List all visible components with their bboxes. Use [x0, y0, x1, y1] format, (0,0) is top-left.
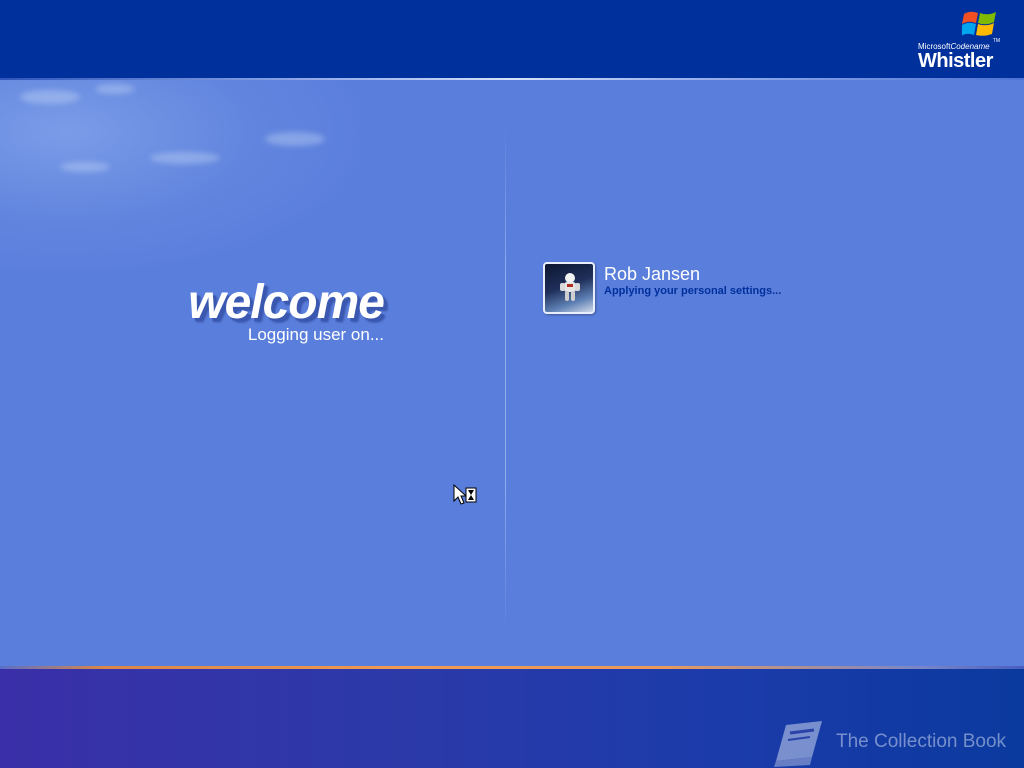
cloud — [95, 84, 135, 94]
astronaut-avatar — [560, 273, 580, 301]
watermark: The Collection Book — [772, 717, 1006, 767]
top-bar: TM MicrosoftCodename Whistler — [0, 0, 1024, 78]
user-tile[interactable]: Rob Jansen Applying your personal settin… — [543, 262, 781, 314]
cloud — [20, 90, 80, 104]
user-avatar — [543, 262, 595, 314]
welcome-panel — [0, 80, 1024, 666]
logon-status: Logging user on... — [247, 325, 384, 344]
panel-divider — [505, 124, 506, 634]
watermark-text: The Collection Book — [836, 731, 1007, 752]
book-icon — [774, 721, 822, 767]
product-logo: TM MicrosoftCodename Whistler — [918, 8, 1002, 72]
cloud — [150, 152, 220, 164]
sky-background — [0, 80, 360, 270]
logon-screen: TM MicrosoftCodename Whistler welcome Lo… — [0, 0, 1024, 768]
product-name: Whistler — [918, 50, 993, 72]
cloud — [265, 132, 325, 146]
busy-cursor-icon — [453, 484, 477, 505]
user-name: Rob Jansen — [604, 264, 701, 284]
trademark-mark: TM — [992, 38, 1000, 44]
cloud — [60, 162, 110, 172]
windows-flag-icon — [962, 11, 996, 36]
welcome-heading: welcome — [188, 276, 385, 329]
user-status: Applying your personal settings... — [604, 285, 782, 297]
user-info: Rob Jansen Applying your personal settin… — [604, 264, 781, 297]
